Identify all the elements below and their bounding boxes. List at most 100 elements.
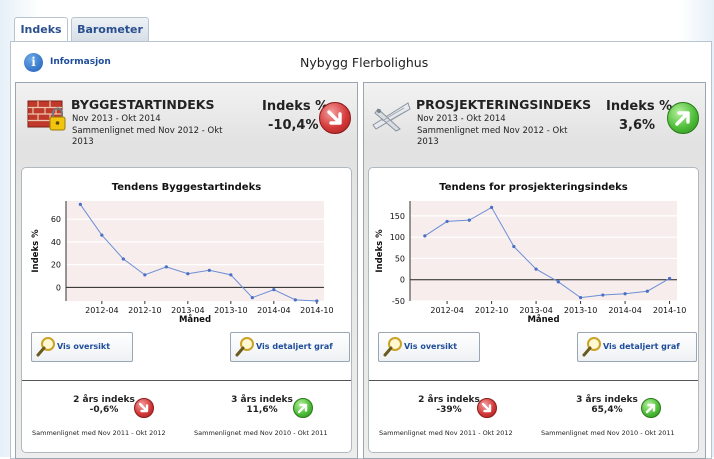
byggestart-line-chart: 0 20 40 60 2012-04 2012-10 2013-04 2013-10 2014-… [31, 201, 334, 325]
y-axis-title: Indeks % [375, 229, 385, 273]
data-point [143, 273, 147, 277]
data-point [164, 265, 168, 269]
vis-oversikt-button[interactable]: Vis oversikt [31, 332, 133, 362]
data-point [186, 272, 190, 276]
data-point [556, 280, 560, 284]
section-divider [369, 380, 698, 381]
three-year-index-value: 65,4% [591, 405, 623, 415]
y-tick-label: 100 [390, 233, 405, 242]
plot-area [66, 201, 324, 301]
byggestartindeks-panel: BYGGESTARTINDEKS Nov 2013 - Okt 2014 Sam… [15, 82, 358, 459]
data-point [467, 218, 471, 222]
panel-compare-line1: Sammenlignet med Nov 2012 - Okt [72, 126, 223, 136]
three-year-index-value: 11,6% [246, 405, 278, 415]
three-year-index-label: 3 års indeks [576, 395, 638, 405]
panel-compare-line2: 2013 [417, 137, 439, 147]
panel-compare-line2: 2013 [72, 137, 94, 147]
vis-detaljert-graf-label: Vis detaljert graf [256, 342, 333, 351]
x-tick-label: 2012-04 [430, 306, 463, 315]
data-point [250, 295, 254, 300]
panel-title: PROSJEKTERINGSINDEKS [416, 97, 592, 112]
three-year-index-label: 3 års indeks [231, 395, 293, 405]
data-point [578, 295, 583, 300]
data-point [489, 205, 494, 209]
data-point [601, 293, 605, 297]
data-point [272, 288, 276, 292]
data-point [512, 244, 516, 249]
data-point [229, 273, 233, 277]
magnifier-icon [383, 337, 402, 357]
data-point [121, 257, 125, 261]
panel-period: Nov 2013 - Okt 2014 [72, 114, 161, 124]
panel-period: Nov 2013 - Okt 2014 [417, 114, 506, 124]
x-tick-label: 2014-10 [653, 306, 686, 315]
y-tick-label: 0 [56, 283, 61, 292]
chart-card: Tendens for prosjekteringsindeks -50 0 50 1… [368, 167, 699, 453]
data-point [100, 233, 104, 237]
index-value: 3,6% [619, 118, 656, 133]
data-point [293, 298, 297, 302]
data-point [423, 234, 427, 238]
prosjektering-line-chart: -50 0 50 100 150 2012-04 2012-10 2013-04 2013-10… [375, 201, 686, 325]
magnifier-icon [235, 337, 254, 357]
x-tick-label: 2013-10 [214, 306, 247, 315]
info-icon[interactable]: i [24, 53, 43, 72]
data-point [623, 292, 627, 296]
y-tick-label: 20 [51, 261, 61, 270]
x-tick-label: 2013-04 [171, 306, 204, 315]
y-tick-label: 40 [51, 238, 61, 247]
chart-card: Tendens Byggestartindeks 0 20 40 60 2012-04 2… [21, 167, 352, 453]
magnifier-icon [36, 337, 55, 357]
two-year-index-value: -0,6% [89, 405, 119, 415]
x-tick-label: 2014-04 [257, 306, 290, 315]
magnifier-icon [582, 337, 601, 357]
tab-indeks-label: Indeks [20, 23, 62, 36]
three-year-compare: Sammenlignet med Nov 2010 - Okt 2011 [541, 429, 675, 437]
y-tick-label: 50 [395, 254, 405, 263]
vis-oversikt-button[interactable]: Vis oversikt [378, 332, 480, 362]
vis-oversikt-label: Vis oversikt [57, 342, 111, 351]
vis-detaljert-graf-label: Vis detaljert graf [603, 342, 680, 351]
x-tick-label: 2014-10 [300, 306, 333, 315]
y-axis-title: Indeks % [31, 229, 41, 273]
y-tick-label: 60 [51, 215, 61, 224]
two-year-index-value: -39% [436, 405, 462, 415]
three-year-compare: Sammenlignet med Nov 2010 - Okt 2011 [194, 429, 328, 437]
tab-barometer[interactable]: Barometer [71, 17, 149, 42]
page-title: Nybygg Flerbolighus [300, 55, 429, 70]
two-year-compare: Sammenlignet med Nov 2011 - Okt 2012 [32, 429, 166, 437]
x-axis-title: Måned [179, 314, 211, 325]
panel-title: BYGGESTARTINDEKS [71, 97, 215, 112]
info-link[interactable]: Informasjon [50, 57, 111, 67]
data-point [315, 299, 319, 303]
vis-detaljert-graf-button[interactable]: Vis detaljert graf [577, 332, 697, 362]
data-point [78, 202, 82, 207]
index-label: Indeks % [606, 99, 673, 114]
two-year-index-label: 2 års indeks [73, 395, 135, 405]
y-tick-label: 150 [390, 212, 405, 221]
vis-oversikt-label: Vis oversikt [404, 342, 458, 351]
x-tick-label: 2013-04 [519, 306, 552, 315]
vis-detaljert-graf-button[interactable]: Vis detaljert graf [230, 332, 350, 362]
data-point [667, 276, 672, 281]
data-point [645, 289, 649, 293]
prosjekteringsindeks-panel: PROSJEKTERINGSINDEKS Nov 2013 - Okt 2014… [363, 82, 706, 459]
brick-wall-lock-icon [27, 100, 66, 131]
x-tick-label: 2012-10 [475, 306, 508, 315]
y-tick-label: 0 [400, 276, 405, 285]
y-tick-label: -50 [392, 297, 405, 306]
two-year-compare: Sammenlignet med Nov 2011 - Okt 2012 [379, 429, 513, 437]
trend-down-arrow-icon [319, 102, 351, 134]
data-point [207, 268, 211, 272]
trend-up-arrow-icon [667, 102, 699, 134]
data-point [534, 267, 538, 271]
x-tick-label: 2014-04 [608, 306, 641, 315]
panel-compare-line1: Sammenlignet med Nov 2012 - Okt [417, 126, 568, 136]
tab-indeks[interactable]: Indeks [14, 17, 68, 43]
x-tick-label: 2012-04 [85, 306, 118, 315]
two-year-index-label: 2 års indeks [418, 395, 480, 405]
three-year-up-arrow-icon [293, 398, 313, 418]
three-year-up-arrow-icon [641, 398, 661, 418]
two-year-down-arrow-icon [477, 398, 497, 418]
section-divider [22, 380, 351, 381]
